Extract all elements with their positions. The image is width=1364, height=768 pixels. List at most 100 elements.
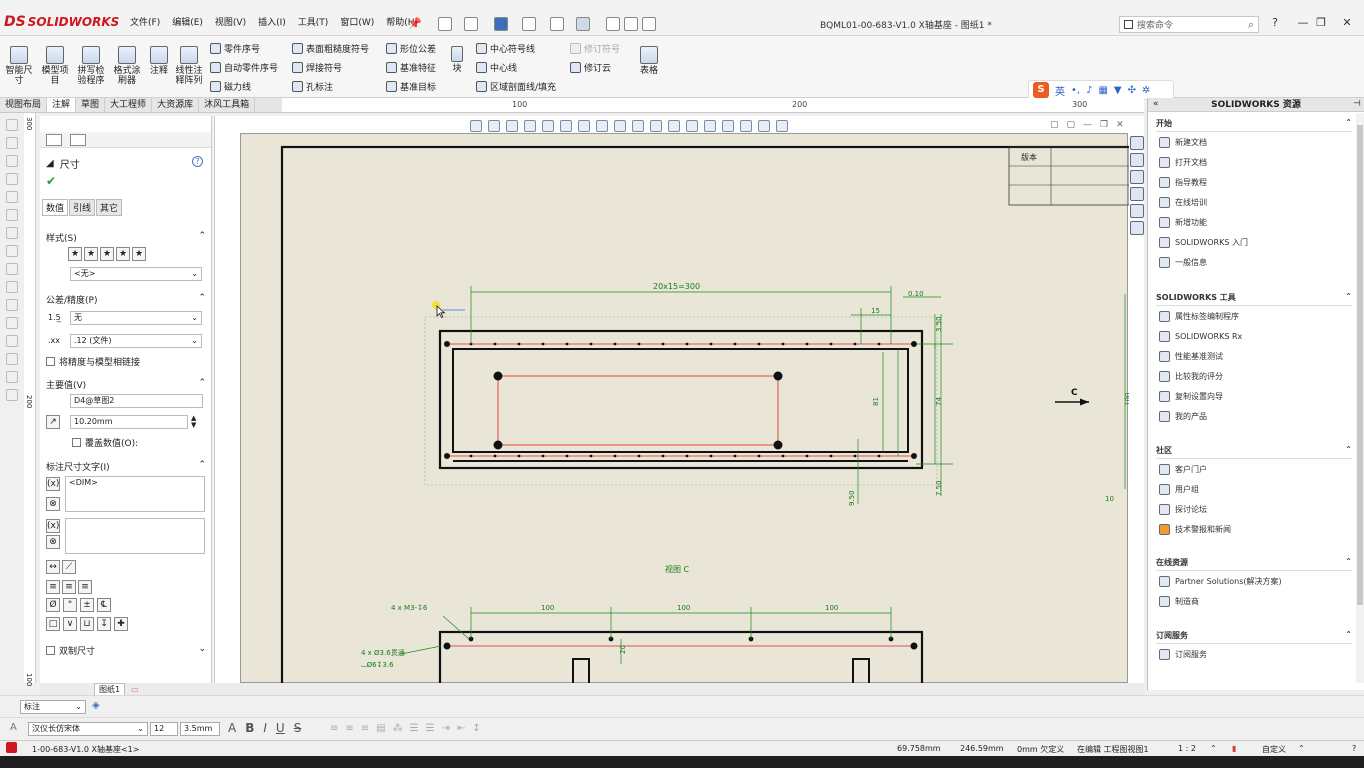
property-manager-tab-icon[interactable] <box>46 134 62 146</box>
align-right-icon[interactable]: ≡ <box>361 723 369 734</box>
view-orientation-icon[interactable] <box>578 120 590 132</box>
italic-icon[interactable]: I <box>263 721 267 735</box>
close-button[interactable]: ✕ <box>1340 16 1354 30</box>
geometric-tolerance-button[interactable]: 形位公差 <box>386 42 436 55</box>
align-center-icon[interactable]: ≡ <box>62 580 76 594</box>
zoom-in-icon[interactable] <box>758 120 770 132</box>
load-style-icon[interactable]: ★ <box>132 247 146 261</box>
toolbox-icon[interactable]: ✣ <box>1128 85 1136 96</box>
link-tech-alerts[interactable]: 技术警报和新闻 <box>1156 519 1352 539</box>
align-center-icon[interactable]: ≡ <box>345 723 353 734</box>
block-button[interactable]: 块 <box>446 46 468 74</box>
dimension-value-field[interactable]: 10.20mm <box>70 415 188 429</box>
centerline-button[interactable]: 中心线 <box>476 61 556 74</box>
tool-icon[interactable] <box>6 317 18 329</box>
dimension-text-above-field[interactable]: <DIM> <box>65 476 205 512</box>
view-palette-icon[interactable] <box>1130 187 1144 201</box>
numbering-icon[interactable]: ☰ <box>426 723 435 734</box>
bottom-dim-small[interactable]: 20 <box>619 645 627 654</box>
tool-icon[interactable] <box>6 245 18 257</box>
section-arrow-c[interactable]: C <box>1055 388 1089 406</box>
hole-callout-1[interactable]: 4 x M3-↧6 <box>391 604 428 612</box>
link-intro[interactable]: SOLIDWORKS 入门 <box>1156 232 1352 252</box>
link-performance-benchmark[interactable]: 性能基准测试 <box>1156 346 1352 366</box>
link-manufacturers[interactable]: 制造商 <box>1156 591 1352 611</box>
model-items-button[interactable]: 模型项目 <box>38 46 72 86</box>
undo-icon[interactable] <box>550 17 564 31</box>
open-icon[interactable] <box>464 17 478 31</box>
minimize-button[interactable]: — <box>1296 16 1310 30</box>
centerline-symbol-icon[interactable]: ℄ <box>97 598 111 612</box>
area-hatch-button[interactable]: 区域剖面线/填充 <box>476 80 556 93</box>
help-status-icon[interactable]: ? <box>1352 744 1356 753</box>
status-units[interactable]: 自定义 <box>1262 744 1286 755</box>
tool-icon[interactable] <box>6 137 18 149</box>
rebuild-icon[interactable]: ▮ <box>1232 744 1236 753</box>
view-settings-icon[interactable] <box>668 120 680 132</box>
tolerance-type-select[interactable]: 无 ⌄ <box>70 311 202 325</box>
top-view[interactable]: 20x15=300 15 0.10 3.50 81 74 100 10 9.50… <box>424 282 1132 506</box>
subtab-leaders[interactable]: 引线 <box>69 199 96 216</box>
center-dimension-icon[interactable]: ⊗ <box>46 497 60 511</box>
zoom-to-area-icon[interactable] <box>488 120 500 132</box>
collapse-chevron-icon[interactable]: ⌃ <box>1345 292 1352 303</box>
appearances-icon[interactable] <box>1130 204 1144 218</box>
linear-note-pattern-button[interactable]: 线性注释阵列 <box>172 46 206 86</box>
symbol-icon[interactable]: ⁂ <box>393 723 403 734</box>
link-online-training[interactable]: 在线培训 <box>1156 192 1352 212</box>
file-properties-icon[interactable] <box>624 17 638 31</box>
value-spinner[interactable]: ▲ ▼ <box>191 415 196 429</box>
select-icon[interactable] <box>576 17 590 31</box>
revision-symbol-button[interactable]: 修订符号 <box>570 42 620 55</box>
dim-text-slant-icon[interactable]: ⟋ <box>62 560 76 574</box>
ok-check-icon[interactable]: ✔ <box>46 174 56 188</box>
revision-cloud-button[interactable]: 修订云 <box>570 61 620 74</box>
save-style-icon[interactable]: ★ <box>116 247 130 261</box>
scrollbar-thumb[interactable] <box>1357 125 1363 605</box>
dim-15[interactable]: 15 <box>871 307 880 315</box>
dimension-text-below-field[interactable] <box>65 518 205 554</box>
dimension-name-field[interactable]: D4@草图2 <box>70 394 203 408</box>
weld-symbol-button[interactable]: 焊接符号 <box>292 61 369 74</box>
bullets-icon[interactable]: ☰ <box>410 723 419 734</box>
menu-window[interactable]: 窗口(W) <box>334 15 380 28</box>
dim-74[interactable]: 74 <box>935 397 943 406</box>
countersink-symbol-icon[interactable]: ∨ <box>63 617 77 631</box>
print-icon[interactable] <box>522 17 536 31</box>
dim-text-break-icon[interactable]: ↔ <box>46 560 60 574</box>
panel-scrollbar[interactable] <box>1356 113 1364 683</box>
help-circle-icon[interactable]: ? <box>192 156 203 167</box>
custom-properties-icon[interactable] <box>1130 221 1144 235</box>
tool-icon[interactable] <box>6 119 18 131</box>
depth-symbol-icon[interactable]: ↧ <box>97 617 111 631</box>
link-subscription-services[interactable]: 订阅服务 <box>1156 644 1352 664</box>
search-icon[interactable]: ⌕ <box>1248 18 1254 32</box>
link-my-products[interactable]: 我的产品 <box>1156 406 1352 426</box>
magnetic-line-button[interactable]: 磁力线 <box>210 80 278 93</box>
datum-target-button[interactable]: 基准目标 <box>386 80 436 93</box>
diameter-symbol-icon[interactable]: Ø <box>46 598 60 612</box>
link-new-document[interactable]: 新建文档 <box>1156 132 1352 152</box>
menu-view[interactable]: 视图(V) <box>209 15 252 28</box>
tool-icon[interactable] <box>6 209 18 221</box>
strikethrough-icon[interactable]: S <box>294 721 302 735</box>
tool-icon[interactable] <box>6 389 18 401</box>
dim-10[interactable]: 10 <box>1105 495 1114 503</box>
bottom-dim-2[interactable]: 100 <box>677 604 690 612</box>
hole-callout-button[interactable]: 孔标注 <box>292 80 369 93</box>
indent-icon[interactable]: ⇥ <box>442 723 450 734</box>
link-partner-solutions[interactable]: Partner Solutions(解决方案) <box>1156 571 1352 591</box>
ime-toolbar[interactable]: S 英 •, ♪ ▦ ▼ ✣ ✲ <box>1028 80 1174 100</box>
rotate-icon[interactable] <box>524 120 536 132</box>
zoom-out-icon[interactable] <box>776 120 788 132</box>
font-height-field[interactable]: 3.5mm <box>180 722 220 736</box>
layer-select[interactable]: 标注 ⌄ <box>20 700 86 714</box>
tool-icon[interactable] <box>6 371 18 383</box>
tool-icon[interactable] <box>6 281 18 293</box>
feature-tree-tab-icon[interactable] <box>70 134 86 146</box>
subtab-value[interactable]: 数值 <box>42 199 69 216</box>
microphone-icon[interactable]: ♪ <box>1086 85 1092 96</box>
sheet-tab-1[interactable]: 图纸1 <box>94 682 126 696</box>
tab-annotation[interactable]: 注解 <box>47 98 77 112</box>
link-general-info[interactable]: 一般信息 <box>1156 252 1352 272</box>
